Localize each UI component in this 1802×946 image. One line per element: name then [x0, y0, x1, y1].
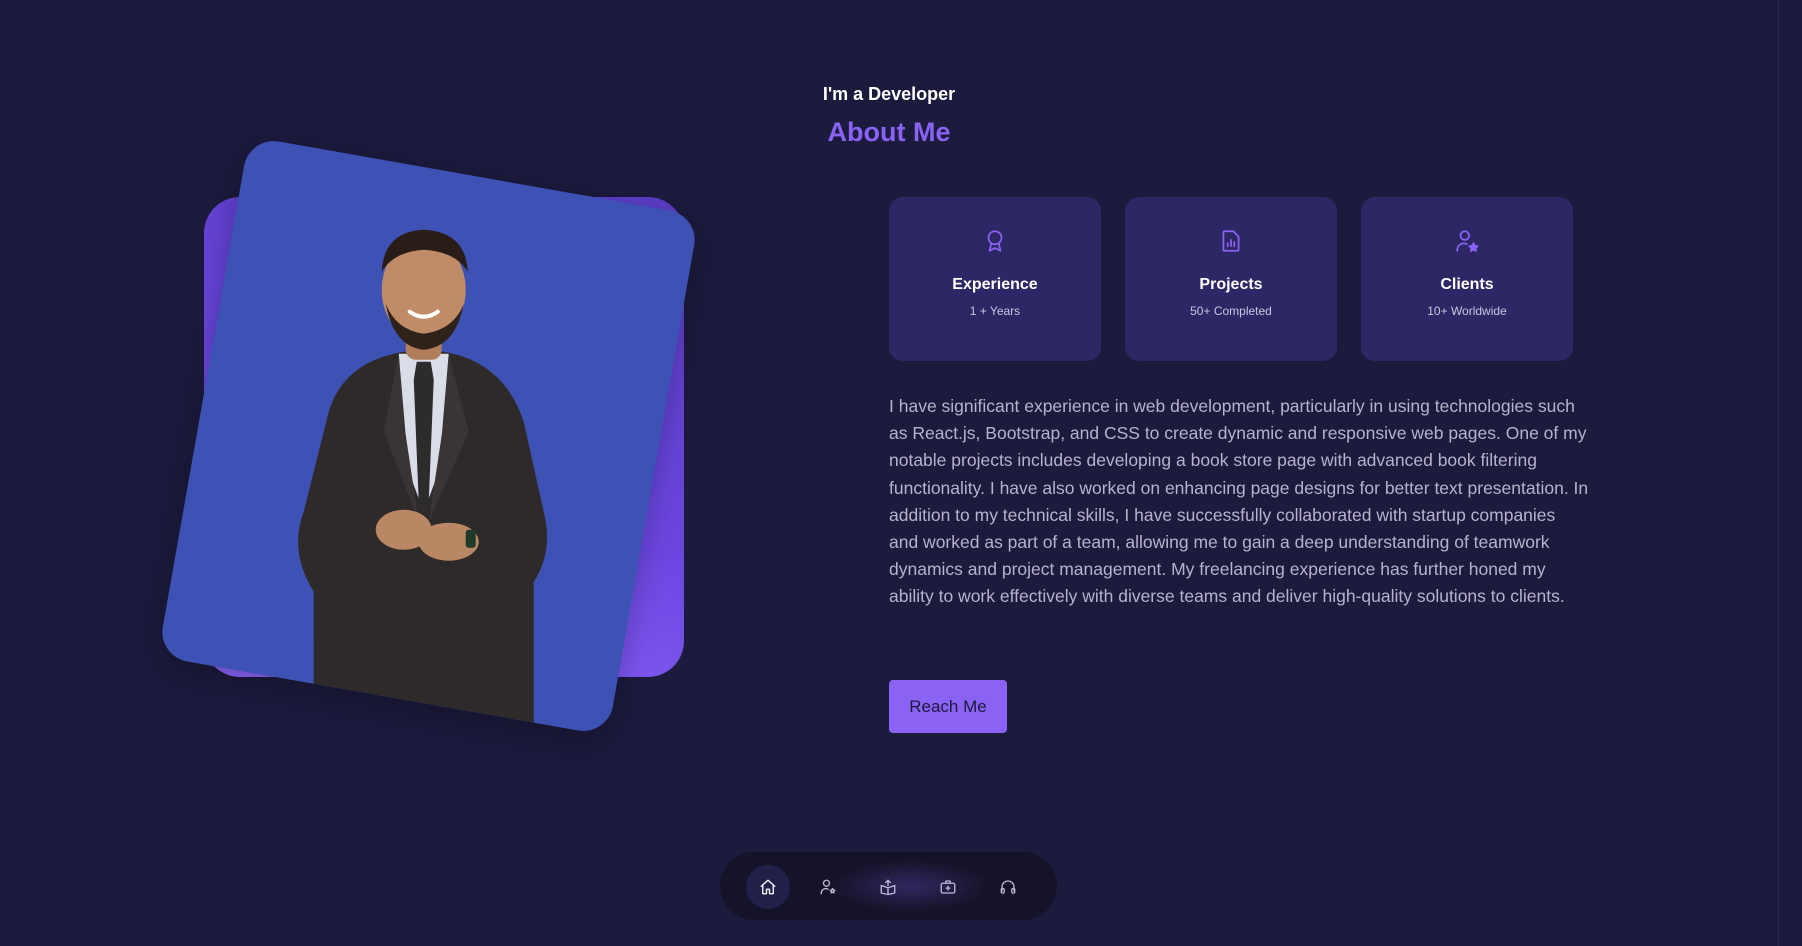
stat-title: Projects — [1199, 276, 1263, 293]
home-icon — [760, 879, 776, 895]
user-star-icon — [1456, 230, 1479, 252]
page-scrollbar[interactable] — [1778, 0, 1802, 946]
file-chart-icon — [1222, 230, 1240, 252]
stat-value: 10+ Worldwide — [1427, 304, 1507, 318]
nav-contact[interactable] — [986, 865, 1030, 909]
user-icon — [820, 879, 836, 895]
photo-card — [157, 136, 700, 736]
stat-title: Experience — [952, 276, 1038, 293]
stat-value: 50+ Completed — [1190, 304, 1272, 318]
briefcase-icon — [940, 880, 956, 894]
nav-home[interactable] — [746, 865, 790, 909]
stat-value: 1 + Years — [969, 304, 1021, 318]
stats-cards: Experience 1 + Years Projects 50+ Comple… — [889, 197, 1573, 361]
stat-card-projects: Projects 50+ Completed — [1125, 197, 1337, 361]
stat-card-experience: Experience 1 + Years — [889, 197, 1101, 361]
award-icon — [987, 230, 1003, 252]
nav-portfolio[interactable] — [926, 865, 970, 909]
nav-about[interactable] — [806, 865, 850, 909]
headphones-icon — [1000, 880, 1016, 894]
section-subtitle: I'm a Developer — [822, 84, 956, 104]
profile-portrait — [298, 229, 548, 732]
about-paragraph: I have significant experience in web dev… — [889, 396, 1589, 607]
bottom-navigation — [720, 852, 1057, 920]
stat-title: Clients — [1440, 276, 1494, 293]
stat-card-clients: Clients 10+ Worldwide — [1361, 197, 1573, 361]
profile-photo-area — [157, 118, 720, 768]
reach-me-button[interactable]: Reach Me — [889, 680, 1007, 733]
book-icon — [880, 879, 896, 896]
nav-experience[interactable] — [866, 865, 910, 909]
